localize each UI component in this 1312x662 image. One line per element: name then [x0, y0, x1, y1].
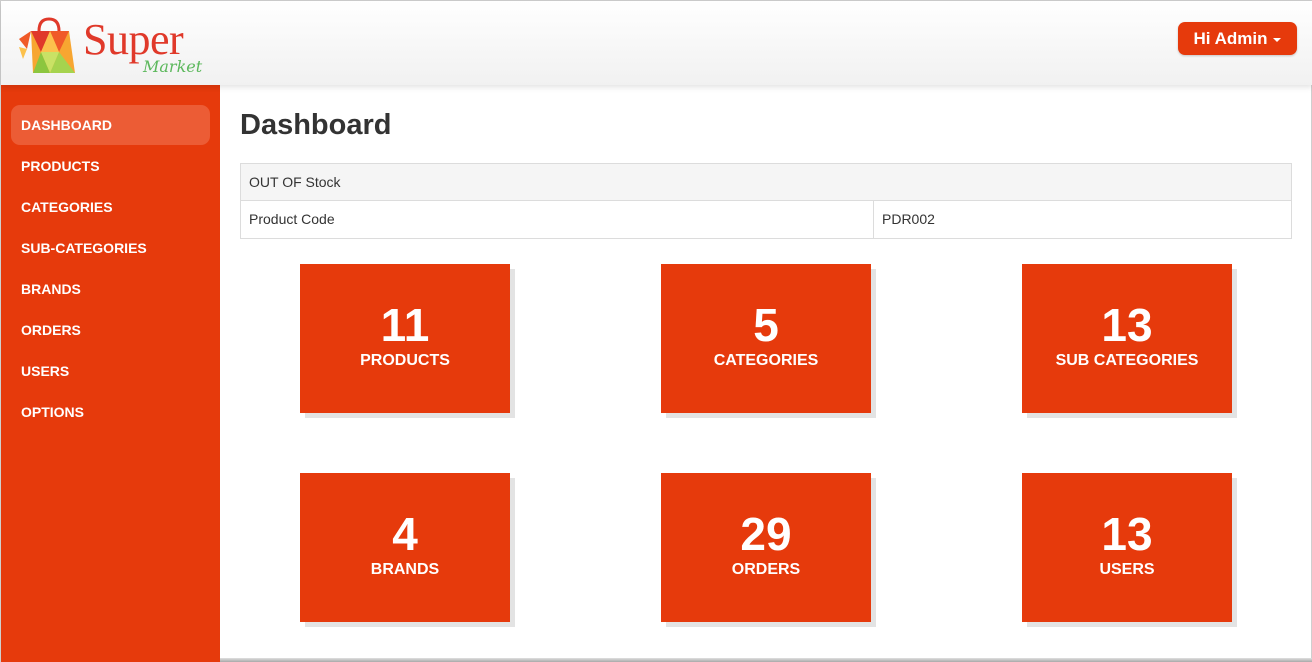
sidebar-item-dashboard[interactable]: DASHBOARD	[11, 105, 210, 145]
sidebar-item-options[interactable]: OPTIONS	[11, 392, 210, 432]
shopping-bag-logo-icon	[19, 17, 75, 73]
supermarket-logo[interactable]: Super Market	[17, 15, 217, 77]
product-code-label: Product Code	[241, 201, 874, 238]
sub-categories-card-label: SUB CATEGORIES	[1055, 352, 1199, 369]
categories-count-card[interactable]: 5 CATEGORIES	[661, 264, 871, 413]
table-row: Product Code PDR002	[241, 201, 1291, 238]
products-count-card[interactable]: 11 PRODUCTS	[300, 264, 510, 413]
sidebar-item-users[interactable]: USERS	[11, 351, 210, 391]
sidebar-item-products[interactable]: PRODUCTS	[11, 146, 210, 186]
brands-card-label: BRANDS	[370, 561, 440, 578]
logo-market-text: Market	[143, 57, 203, 76]
brands-count-card[interactable]: 4 BRANDS	[300, 473, 510, 622]
app-window: Super Market Hi Admin DASHBOARD PRODUCTS…	[0, 0, 1312, 662]
sub-categories-count: 13	[1101, 299, 1153, 351]
users-count-card[interactable]: 13 USERS	[1022, 473, 1232, 622]
window-bottom-edge	[220, 658, 1312, 662]
out-of-stock-heading: OUT OF Stock	[241, 164, 1291, 201]
categories-count: 5	[753, 299, 779, 351]
orders-count: 29	[740, 508, 792, 560]
caret-down-icon	[1273, 37, 1282, 42]
product-code-value: PDR002	[882, 211, 935, 227]
users-card-label: USERS	[1099, 561, 1155, 578]
user-menu-button[interactable]: Hi Admin	[1178, 22, 1297, 55]
sidebar-item-categories[interactable]: CATEGORIES	[11, 187, 210, 227]
users-count: 13	[1101, 508, 1153, 560]
categories-card-label: CATEGORIES	[713, 352, 819, 369]
sidebar-item-brands[interactable]: BRANDS	[11, 269, 210, 309]
products-card-label: PRODUCTS	[360, 352, 450, 369]
products-count: 11	[380, 299, 430, 351]
out-of-stock-table: OUT OF Stock Product Code PDR002	[240, 163, 1292, 239]
top-header: Super Market Hi Admin	[1, 1, 1312, 85]
sub-categories-count-card[interactable]: 13 SUB CATEGORIES	[1022, 264, 1232, 413]
orders-card-label: ORDERS	[731, 561, 801, 578]
user-menu-label: Hi Admin	[1193, 29, 1268, 48]
sidebar-item-sub-categories[interactable]: SUB-CATEGORIES	[11, 228, 210, 268]
orders-count-card[interactable]: 29 ORDERS	[661, 473, 871, 622]
sidebar: DASHBOARD PRODUCTS CATEGORIES SUB-CATEGO…	[1, 85, 220, 662]
brands-count: 4	[392, 508, 418, 560]
page-title: Dashboard	[240, 109, 392, 141]
sidebar-item-orders[interactable]: ORDERS	[11, 310, 210, 350]
